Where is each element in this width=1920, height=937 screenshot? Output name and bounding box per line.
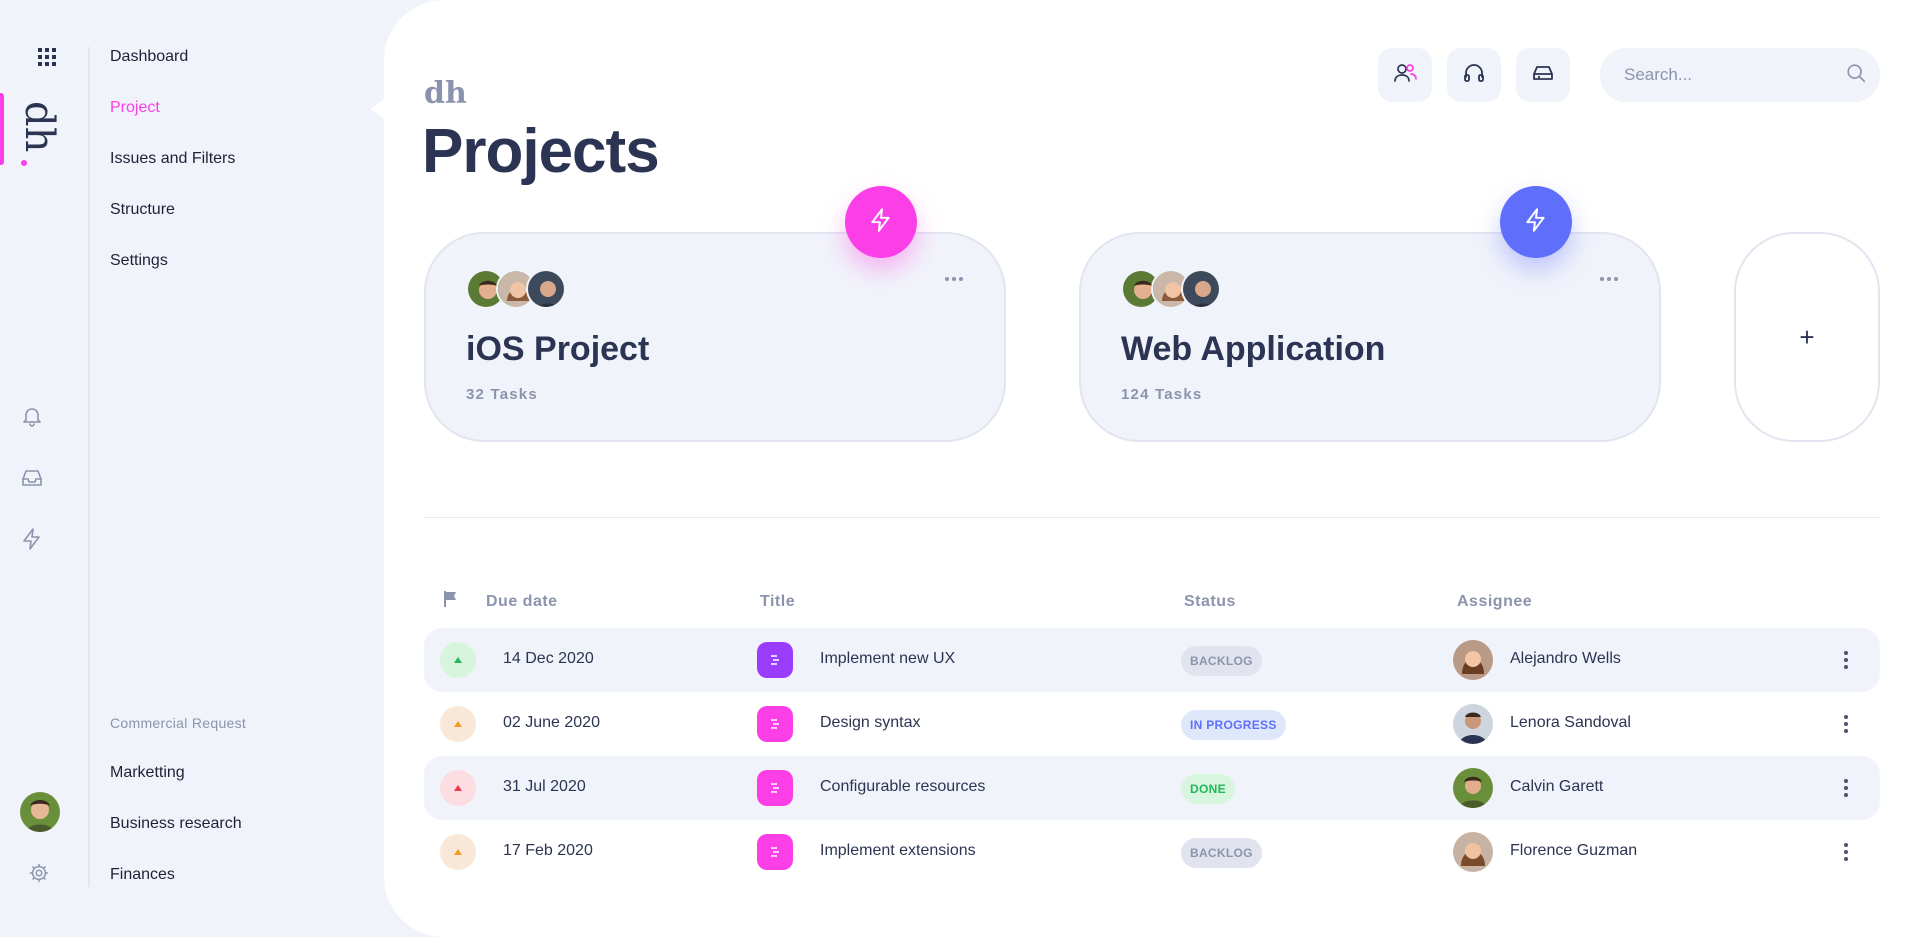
- project-action-button[interactable]: [845, 186, 917, 258]
- add-project-button[interactable]: +: [1734, 232, 1880, 442]
- row-menu-icon[interactable]: [1834, 840, 1858, 864]
- bolt-icon[interactable]: [20, 527, 44, 551]
- team-button[interactable]: [1378, 48, 1432, 102]
- nav-item-business-research[interactable]: Business research: [110, 815, 242, 833]
- project-card[interactable]: Web Application 124 Tasks: [1079, 232, 1661, 442]
- table-row[interactable]: 31 Jul 2020 Configurable resources DONE …: [424, 756, 1880, 820]
- rail-divider: [88, 47, 90, 887]
- headphones-icon: [1462, 61, 1486, 90]
- status-badge: IN PROGRESS: [1181, 710, 1286, 740]
- status-badge: BACKLOG: [1181, 838, 1262, 868]
- users-icon: [1392, 60, 1418, 91]
- avatar: [1181, 269, 1221, 309]
- nav-section-title: Commercial Request: [110, 715, 247, 731]
- bell-icon[interactable]: [20, 404, 44, 428]
- assignee-name: Florence Guzman: [1510, 842, 1638, 859]
- page-title: Projects: [422, 117, 660, 186]
- project-action-button[interactable]: [1500, 186, 1572, 258]
- logo-dot: [21, 160, 27, 166]
- task-title[interactable]: Configurable resources: [820, 778, 985, 796]
- assignee-name: Lenora Sandoval: [1510, 714, 1631, 731]
- sidebar-nav: Dashboard Project Issues and Filters Str…: [110, 0, 380, 937]
- more-options-icon[interactable]: [944, 269, 964, 281]
- nav-item-marketting[interactable]: Marketting: [110, 764, 185, 782]
- row-menu-icon[interactable]: [1834, 648, 1858, 672]
- table-row[interactable]: 02 June 2020 Design syntax IN PROGRESS L…: [424, 692, 1880, 756]
- priority-medium-icon: [440, 706, 476, 742]
- section-divider: [424, 517, 1880, 518]
- more-options-icon[interactable]: [1599, 269, 1619, 281]
- project-task-count: 124 Tasks: [1121, 386, 1203, 403]
- active-indicator: [0, 93, 4, 165]
- search-box: [1600, 48, 1880, 102]
- assignee-name: Alejandro Wells: [1510, 650, 1621, 667]
- task-icon: [757, 706, 793, 742]
- nav-item-issues-and-filters[interactable]: Issues and Filters: [110, 150, 235, 168]
- column-header-title[interactable]: Title: [760, 593, 795, 611]
- project-title: Web Application: [1121, 330, 1386, 368]
- bolt-icon: [868, 207, 894, 238]
- avatar: [1453, 704, 1493, 744]
- priority-medium-icon: [440, 834, 476, 870]
- nav-item-structure[interactable]: Structure: [110, 201, 175, 219]
- table-row[interactable]: 14 Dec 2020 Implement new UX BACKLOG Ale…: [424, 628, 1880, 692]
- row-menu-icon[interactable]: [1834, 776, 1858, 800]
- column-header-assignee[interactable]: Assignee: [1457, 593, 1532, 611]
- nav-item-settings[interactable]: Settings: [110, 252, 168, 270]
- row-menu-icon[interactable]: [1834, 712, 1858, 736]
- support-button[interactable]: [1447, 48, 1501, 102]
- inbox-icon[interactable]: [20, 466, 44, 490]
- member-avatars: [1121, 269, 1221, 309]
- search-icon[interactable]: [1845, 62, 1867, 89]
- icon-rail: dh: [0, 0, 89, 937]
- apps-grid-icon[interactable]: [37, 47, 57, 67]
- inbox-button[interactable]: [1516, 48, 1570, 102]
- column-header-status[interactable]: Status: [1184, 593, 1236, 611]
- flag-icon[interactable]: [443, 590, 459, 613]
- status-badge: BACKLOG: [1181, 646, 1262, 676]
- priority-low-icon: [440, 642, 476, 678]
- search-input[interactable]: [1624, 65, 1845, 85]
- project-title: iOS Project: [466, 330, 650, 368]
- task-icon: [757, 642, 793, 678]
- gear-icon[interactable]: [28, 862, 50, 884]
- user-avatar[interactable]: [20, 792, 60, 832]
- due-date: 02 June 2020: [503, 714, 600, 731]
- task-title[interactable]: Design syntax: [820, 714, 921, 732]
- avatar: [526, 269, 566, 309]
- avatar: [1453, 832, 1493, 872]
- due-date: 17 Feb 2020: [503, 842, 593, 859]
- avatar: [1453, 640, 1493, 680]
- logo[interactable]: dh: [16, 101, 62, 152]
- nav-item-dashboard[interactable]: Dashboard: [110, 48, 188, 66]
- bolt-icon: [1523, 207, 1549, 238]
- brand-mark: dh: [424, 76, 467, 111]
- due-date: 31 Jul 2020: [503, 778, 586, 795]
- table-row[interactable]: 17 Feb 2020 Implement extensions BACKLOG…: [424, 820, 1880, 884]
- avatar: [1453, 768, 1493, 808]
- nav-item-project[interactable]: Project: [110, 99, 160, 117]
- assignee-name: Calvin Garett: [1510, 778, 1604, 795]
- column-header-due-date[interactable]: Due date: [486, 593, 558, 611]
- priority-high-icon: [440, 770, 476, 806]
- status-badge: DONE: [1181, 774, 1235, 804]
- task-title[interactable]: Implement new UX: [820, 650, 955, 668]
- member-avatars: [466, 269, 566, 309]
- project-card[interactable]: iOS Project 32 Tasks: [424, 232, 1006, 442]
- due-date: 14 Dec 2020: [503, 650, 594, 667]
- task-title[interactable]: Implement extensions: [820, 842, 976, 860]
- inbox-icon: [1531, 61, 1555, 90]
- task-icon: [757, 770, 793, 806]
- plus-icon: +: [1799, 321, 1815, 352]
- task-icon: [757, 834, 793, 870]
- nav-item-finances[interactable]: Finances: [110, 866, 175, 884]
- project-task-count: 32 Tasks: [466, 386, 538, 403]
